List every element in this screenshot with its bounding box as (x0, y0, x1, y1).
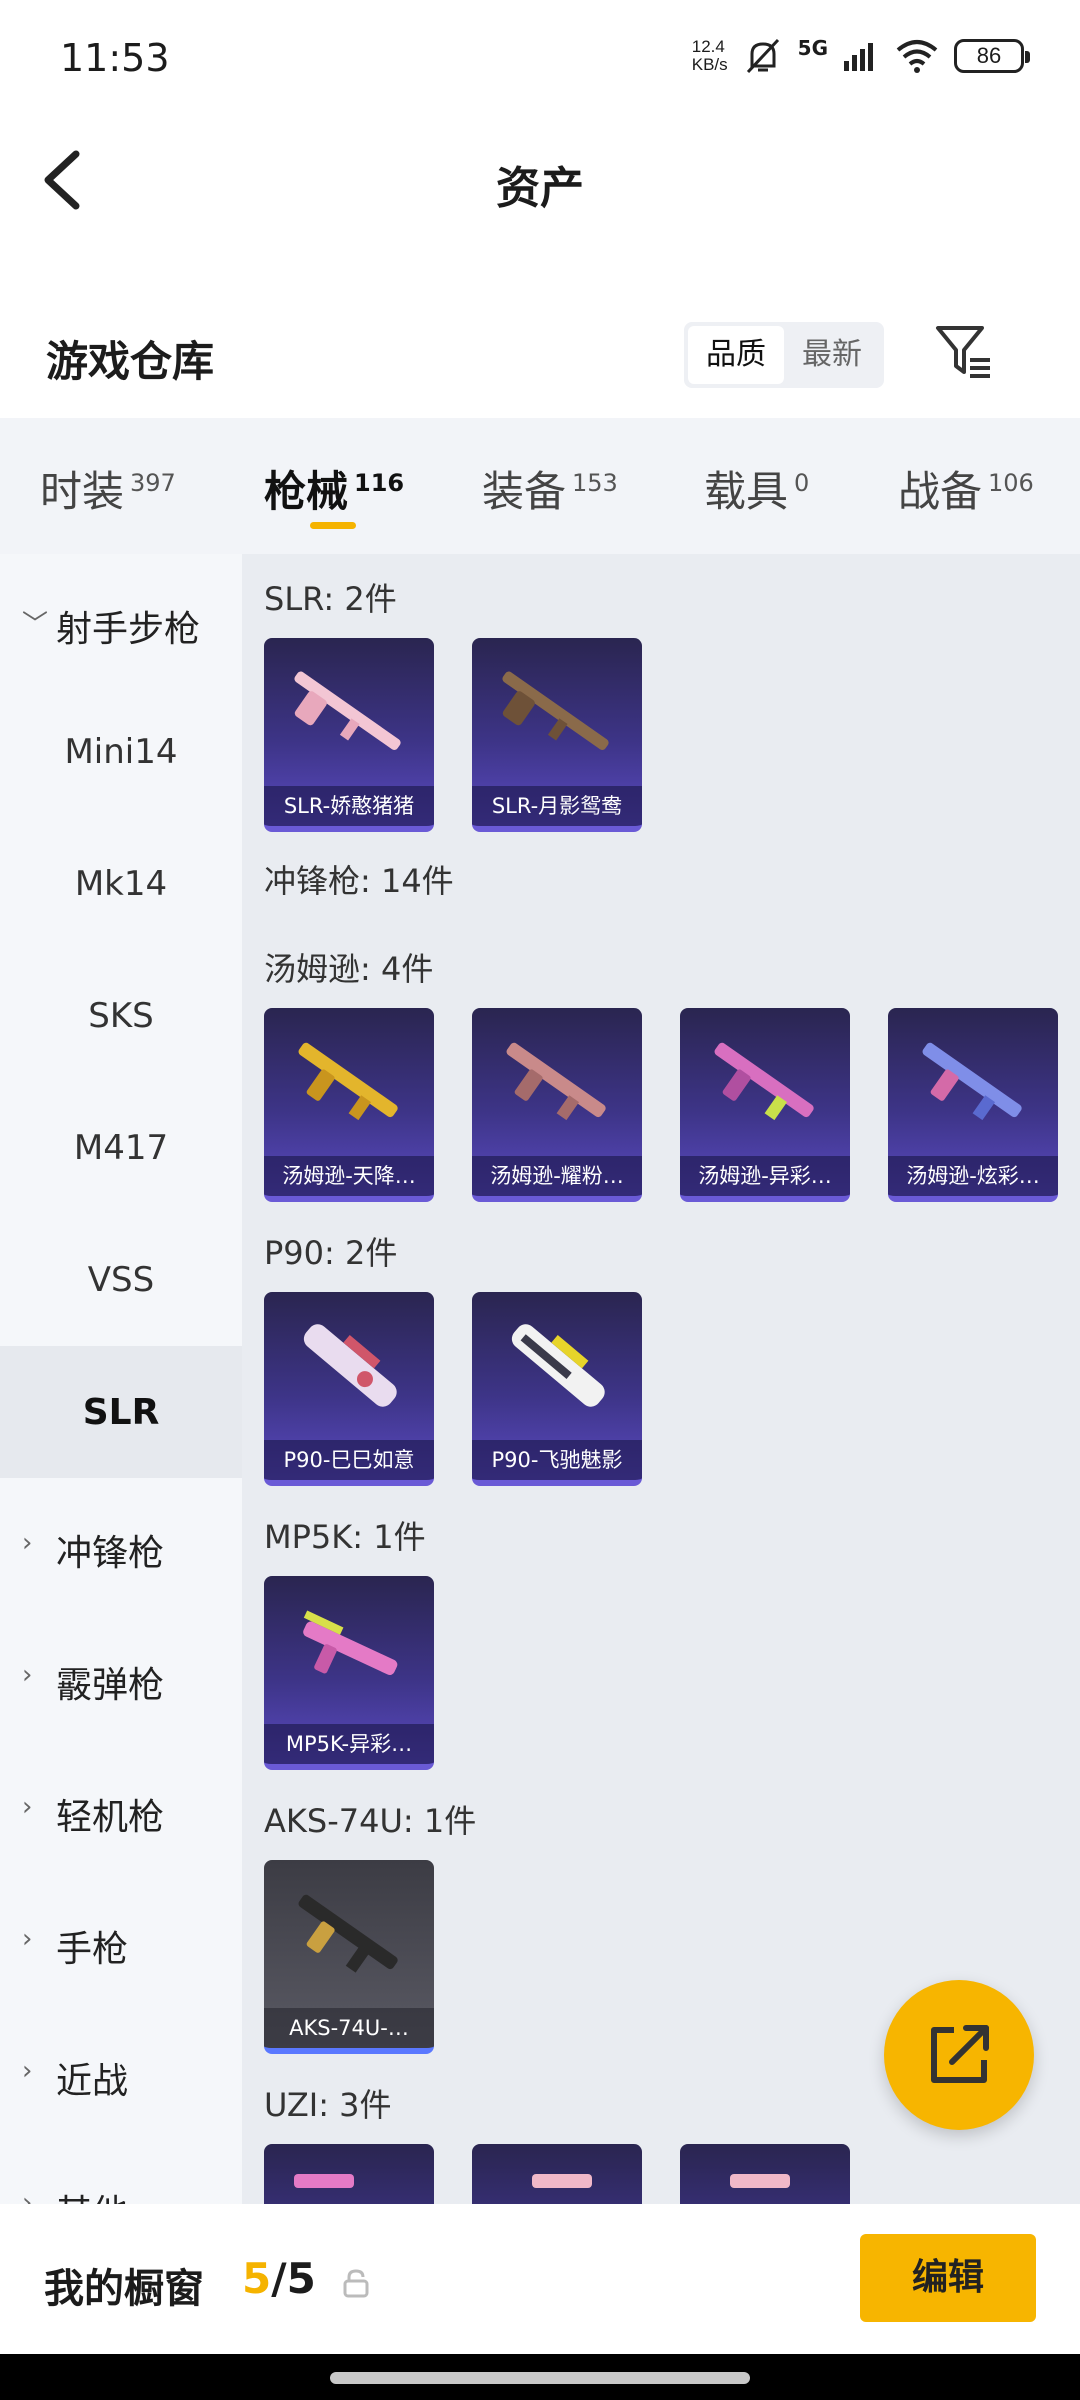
tab-fashion[interactable]: 时装 397 (40, 458, 176, 519)
smg-icon (294, 2174, 354, 2188)
sort-toggle: 品质 最新 (684, 322, 884, 388)
page-title: 资产 (496, 163, 584, 214)
tab-vehicles[interactable]: 载具 0 (704, 458, 809, 519)
chevron-right-icon: › (22, 1924, 33, 1954)
smg-icon (922, 1042, 1022, 1121)
item-card[interactable]: P90-飞驰魅影 (472, 1292, 642, 1486)
filter-icon[interactable] (932, 320, 994, 382)
section-title: SLR: 2件 (264, 580, 397, 618)
showcase-label: 我的橱窗 (44, 2266, 204, 2312)
edit-button[interactable]: 编辑 (860, 2234, 1036, 2322)
sidebar-item-melee[interactable]: › 近战 (0, 2006, 242, 2138)
signal-icon (844, 43, 873, 71)
chevron-right-icon: › (22, 2056, 33, 2086)
section-title: UZI: 3件 (264, 2086, 392, 2124)
network-type: 5G (797, 36, 828, 60)
section-title: 汤姆逊: 4件 (264, 950, 434, 988)
rifle-icon (294, 671, 401, 750)
status-bar: 11:53 12.4 KB/s 5G 86 (0, 0, 1080, 120)
sort-newest-button[interactable]: 最新 (784, 326, 880, 384)
rifle-icon (502, 671, 609, 750)
showcase-bar: 我的橱窗 5/5 编辑 (0, 2204, 1080, 2354)
showcase-count: 5/5 (242, 2254, 316, 2303)
smg-icon (303, 1610, 398, 1676)
item-card[interactable]: SLR-娇憨猪猪 (264, 638, 434, 832)
net-speed: 12.4 KB/s (691, 37, 728, 74)
section-title: MP5K: 1件 (264, 1518, 426, 1556)
sidebar: ﹀ 射手步枪 Mini14 Mk14 SKS M417 VSS SLR › 冲锋枪 … (0, 554, 242, 2204)
sidebar-item-marksman-rifle[interactable]: ﹀ 射手步枪 (0, 554, 242, 686)
warehouse-title: 游戏仓库 (46, 337, 215, 386)
active-tab-indicator (310, 522, 356, 529)
smg-icon (532, 2174, 592, 2188)
item-card[interactable]: P90-巳巳如意 (264, 1292, 434, 1486)
chevron-right-icon: › (22, 2188, 33, 2204)
tab-supplies[interactable]: 战备 106 (898, 458, 1034, 519)
item-card[interactable] (264, 2144, 434, 2204)
section-title: P90: 2件 (264, 1234, 398, 1272)
status-time: 11:53 (60, 36, 170, 80)
sidebar-item-mini14[interactable]: Mini14 (0, 686, 242, 818)
item-card[interactable]: MP5K-异彩… (264, 1576, 434, 1770)
sidebar-item-vss[interactable]: VSS (0, 1214, 242, 1346)
section-title: 冲锋枪: 14件 (264, 862, 454, 900)
smg-icon (511, 1324, 605, 1407)
chevron-right-icon: › (22, 1792, 33, 1822)
smg-icon (298, 1042, 398, 1121)
sidebar-item-smg[interactable]: › 冲锋枪 (0, 1478, 242, 1610)
smg-icon (506, 1042, 606, 1121)
smg-icon (730, 2174, 790, 2188)
tab-equipment[interactable]: 装备 153 (482, 458, 618, 519)
item-card[interactable]: SLR-月影鸳鸯 (472, 638, 642, 832)
section-title: AKS-74U: 1件 (264, 1802, 477, 1840)
chevron-right-icon: › (22, 1528, 33, 1558)
category-tabs: 时装 397 枪械 116 装备 153 载具 0 战备 106 (0, 418, 1080, 554)
mute-bell-icon (746, 38, 779, 74)
sidebar-item-lmg[interactable]: › 轻机枪 (0, 1742, 242, 1874)
chevron-down-icon: ﹀ (22, 610, 49, 640)
home-gesture-handle[interactable] (330, 2372, 750, 2384)
status-icons: 12.4 KB/s 5G 86 (691, 36, 1030, 76)
sidebar-item-mk14[interactable]: Mk14 (0, 818, 242, 950)
sidebar-item-other[interactable]: ›其他 (0, 2138, 242, 2204)
battery-icon: 86 (954, 39, 1030, 73)
item-card[interactable]: 汤姆逊-异彩… (680, 1008, 850, 1202)
chevron-right-icon: › (22, 1660, 33, 1690)
item-card[interactable]: AKS-74U-… (264, 1860, 434, 2054)
sidebar-item-m417[interactable]: M417 (0, 1082, 242, 1214)
share-external-icon (931, 2025, 989, 2083)
smg-icon (714, 1042, 814, 1121)
tab-guns[interactable]: 枪械 116 (264, 458, 404, 519)
smg-icon (303, 1324, 397, 1407)
system-nav-bar (0, 2354, 1080, 2400)
item-card[interactable]: 汤姆逊-炫彩… (888, 1008, 1058, 1202)
wifi-icon (896, 40, 938, 73)
sort-quality-button[interactable]: 品质 (688, 326, 784, 384)
sidebar-item-slr[interactable]: SLR (0, 1346, 242, 1478)
rifle-icon (298, 1894, 398, 1973)
sidebar-item-sks[interactable]: SKS (0, 950, 242, 1082)
item-card[interactable] (472, 2144, 642, 2204)
sidebar-item-pistol[interactable]: › 手枪 (0, 1874, 242, 2006)
item-card[interactable]: 汤姆逊-天降… (264, 1008, 434, 1202)
lock-icon (343, 2269, 369, 2298)
sidebar-item-shotgun[interactable]: › 霰弹枪 (0, 1610, 242, 1742)
share-button[interactable] (884, 1980, 1034, 2130)
item-grid: SLR: 2件 SLR-娇憨猪猪 SLR-月影鸳鸯 冲锋枪: 14件 汤姆逊: … (242, 554, 1080, 2204)
item-card[interactable] (680, 2144, 850, 2204)
item-card[interactable]: 汤姆逊-耀粉… (472, 1008, 642, 1202)
